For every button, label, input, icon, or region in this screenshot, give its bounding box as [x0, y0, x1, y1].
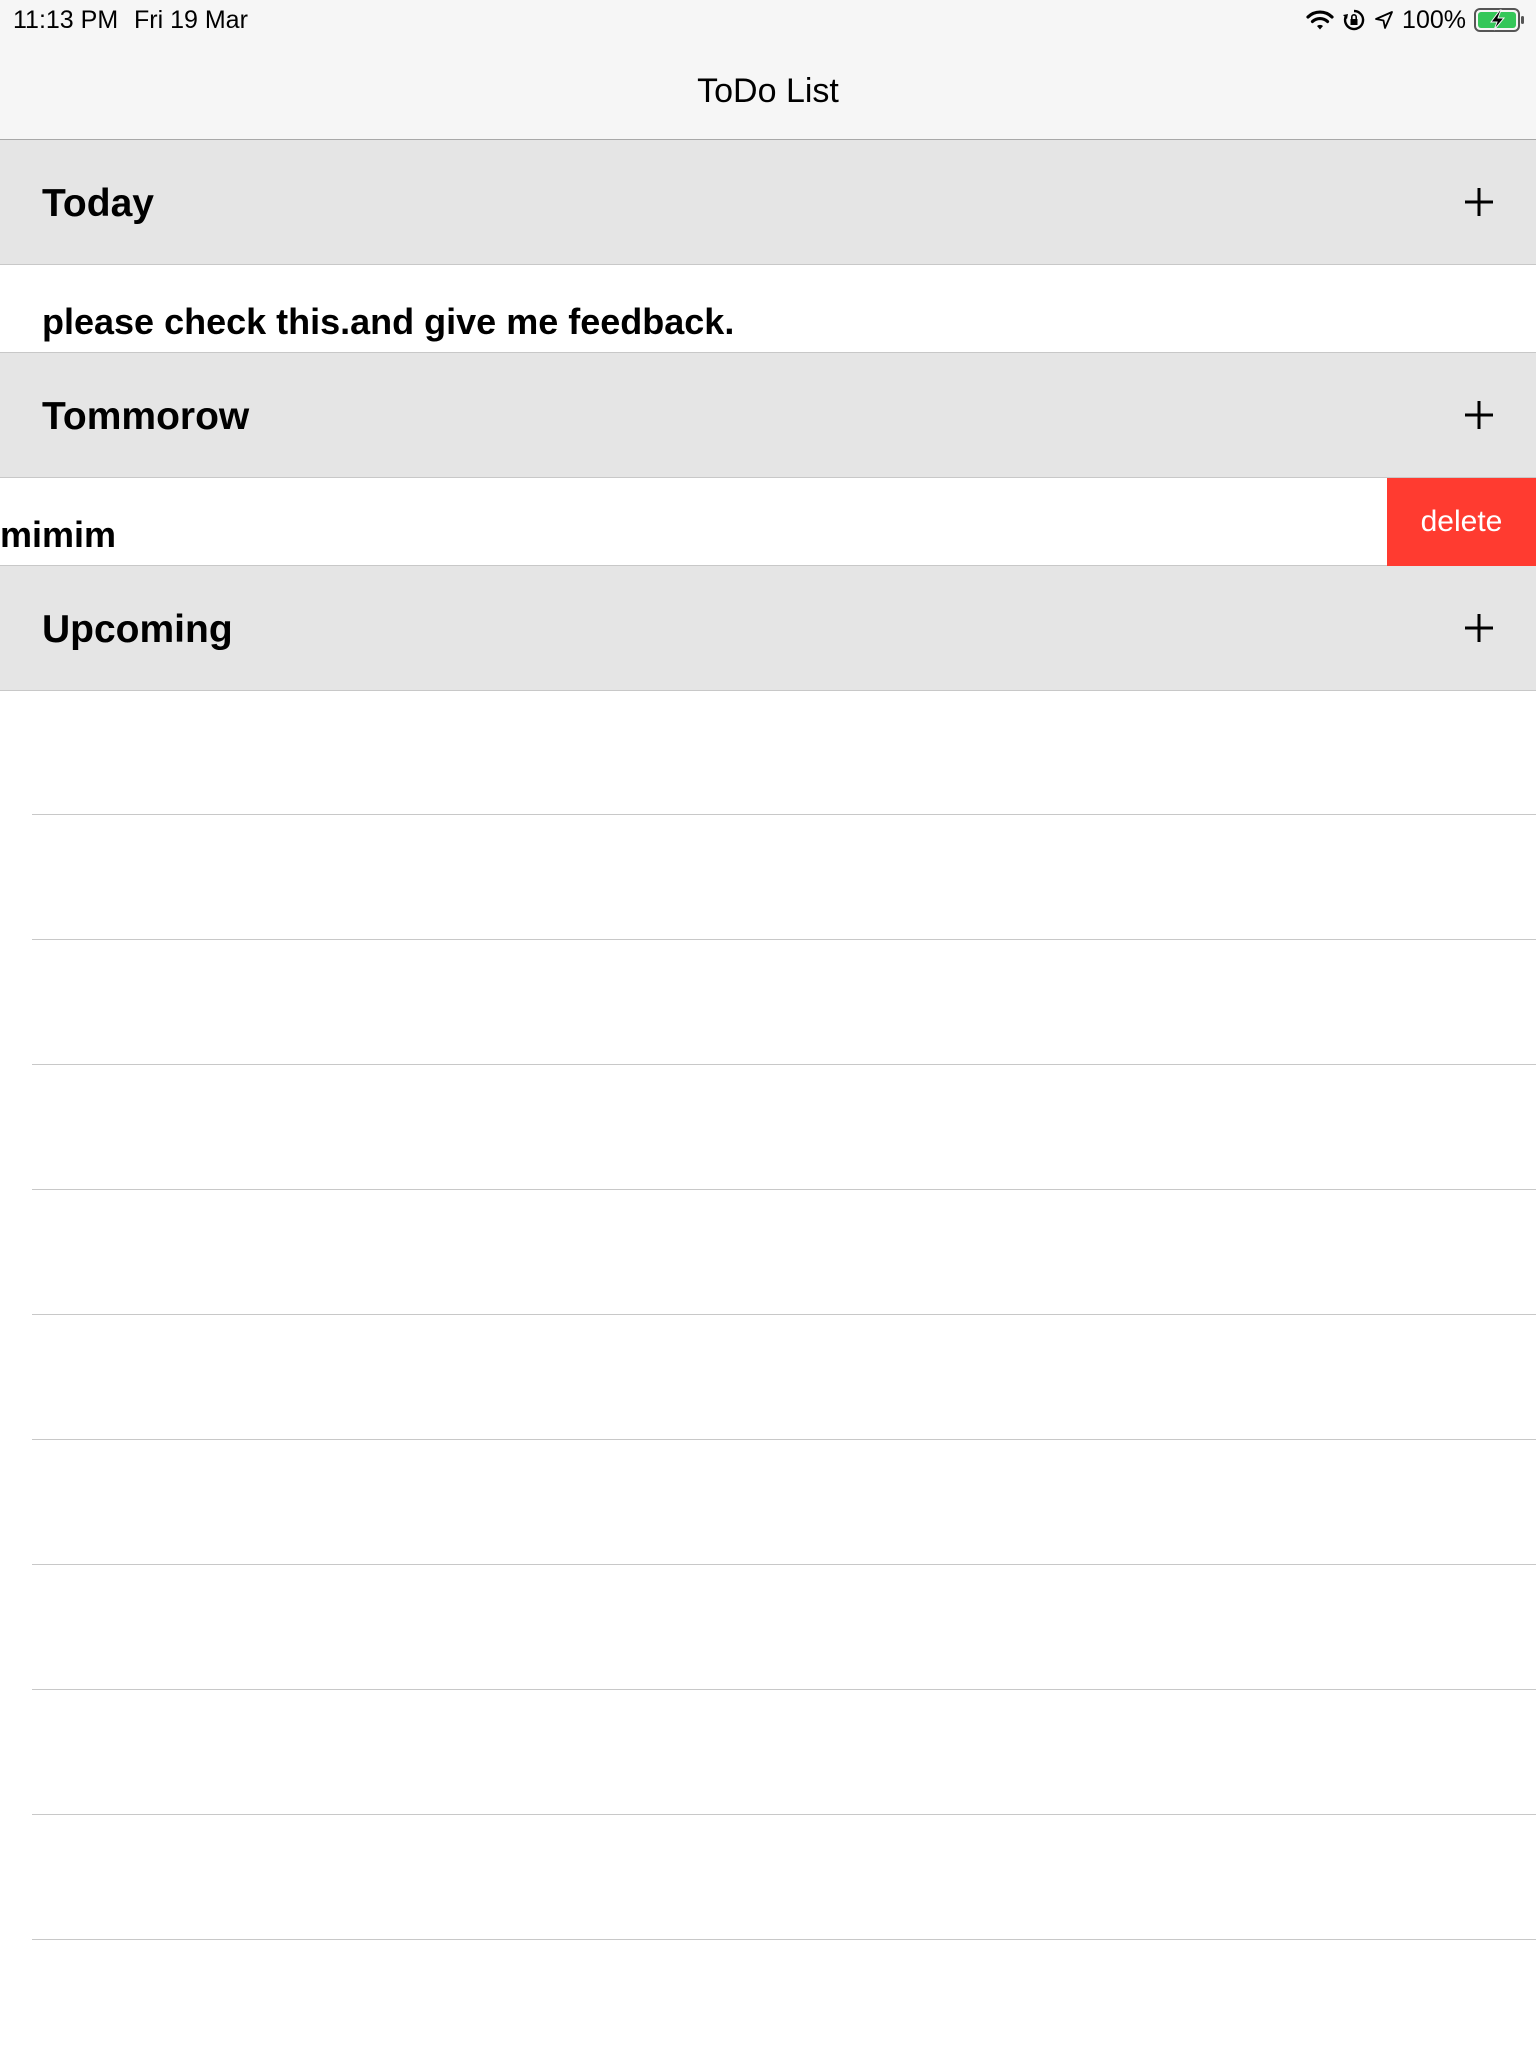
status-icons: 100% — [1306, 4, 1526, 36]
plus-icon — [1465, 401, 1493, 429]
status-bar: 11:13 PM Fri 19 Mar 100% — [0, 0, 1536, 40]
empty-row — [32, 940, 1536, 1065]
empty-row — [32, 1190, 1536, 1315]
todo-list: Today please check this.and give me feed… — [0, 140, 1536, 691]
page-title: ToDo List — [697, 72, 839, 110]
wifi-icon — [1306, 9, 1334, 31]
navigation-bar: ToDo List — [0, 40, 1536, 140]
list-item-text: please check this.and give me feedback. — [42, 301, 735, 342]
list-item[interactable]: please check this.and give me feedback. — [0, 265, 1536, 353]
empty-rows — [0, 690, 1536, 1940]
battery-percentage: 100% — [1402, 5, 1466, 34]
section-header-upcoming: Upcoming — [0, 566, 1536, 691]
empty-row — [32, 1440, 1536, 1565]
plus-icon — [1465, 188, 1493, 216]
section-title: Tommorow — [42, 395, 250, 438]
empty-row — [32, 815, 1536, 940]
list-item-text: mimim — [0, 514, 117, 555]
list-item[interactable]: mimim delete — [0, 478, 1536, 566]
empty-row — [32, 1690, 1536, 1815]
empty-row — [32, 1565, 1536, 1690]
empty-row — [32, 690, 1536, 815]
rotation-lock-icon — [1342, 8, 1366, 32]
status-date: Fri 19 Mar — [134, 6, 248, 34]
add-upcoming-button[interactable] — [1452, 601, 1506, 655]
section-title: Today — [42, 182, 154, 225]
empty-row — [32, 1815, 1536, 1940]
empty-row — [32, 1315, 1536, 1440]
add-tommorow-button[interactable] — [1452, 388, 1506, 442]
status-time: 11:13 PM — [13, 6, 119, 34]
section-header-today: Today — [0, 140, 1536, 265]
plus-icon — [1465, 614, 1493, 642]
delete-button[interactable]: delete — [1387, 478, 1536, 566]
location-icon — [1374, 10, 1394, 30]
section-header-tommorow: Tommorow — [0, 353, 1536, 478]
battery-charging-icon — [1474, 7, 1526, 33]
empty-row — [32, 1065, 1536, 1190]
section-title: Upcoming — [42, 608, 233, 651]
add-today-button[interactable] — [1452, 175, 1506, 229]
todo-screen: 11:13 PM Fri 19 Mar 100% ToDo List Today… — [0, 0, 1536, 2048]
